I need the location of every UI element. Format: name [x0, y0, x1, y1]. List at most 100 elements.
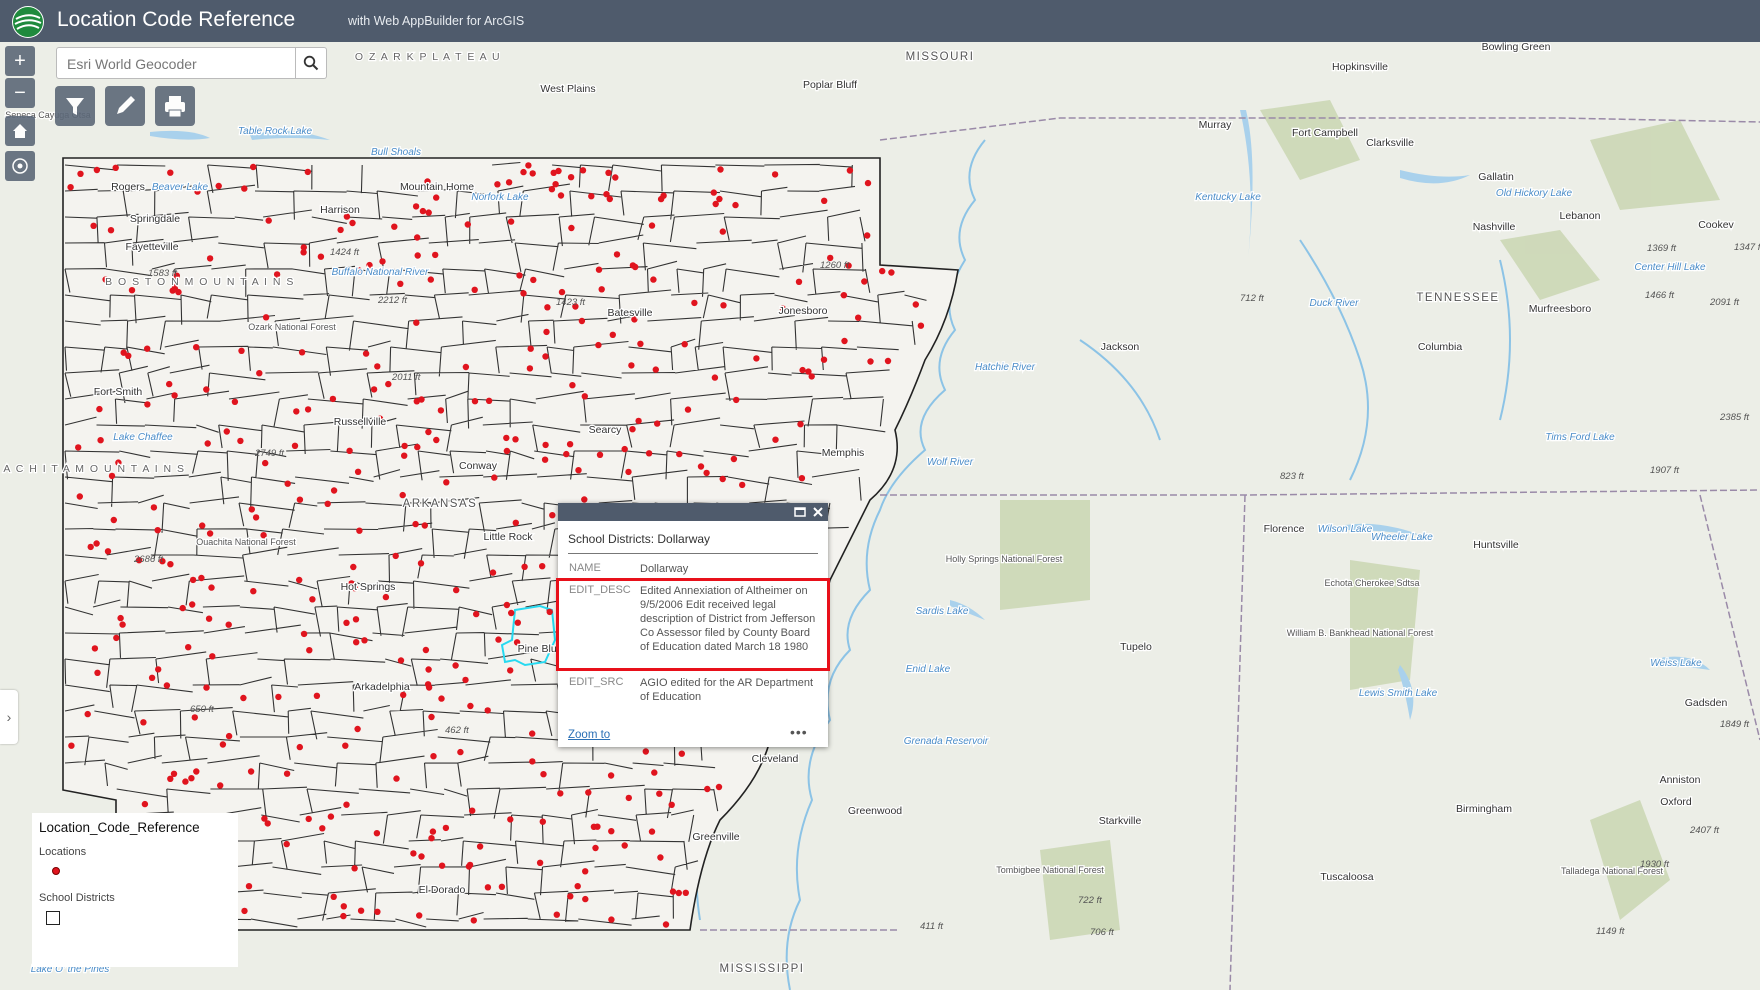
edit-desc-highlight [556, 578, 830, 671]
location-point [91, 645, 99, 652]
map-label: MISSOURI [906, 51, 975, 63]
elevation-label: 712 ft [1240, 293, 1264, 304]
elevation-label: 2385 ft [1719, 412, 1749, 423]
popup-title: School Districts: Dollarway [568, 532, 711, 546]
location-point [265, 217, 272, 224]
location-point [566, 441, 574, 448]
location-point [466, 861, 474, 869]
location-point [337, 226, 344, 234]
location-point [917, 322, 925, 329]
map-label: Wolf River [927, 457, 974, 468]
location-point [370, 386, 378, 393]
map-label: Bull Shoals [371, 147, 421, 158]
close-icon[interactable] [812, 506, 824, 518]
map-view[interactable]: O Z A R K P L A T E A U MISSOURI West Plai… [0, 42, 1760, 990]
location-point [484, 707, 491, 714]
location-point [516, 272, 523, 279]
location-point [414, 443, 421, 451]
location-point [536, 859, 544, 866]
app-header: Location Code Reference with Web AppBuil… [0, 0, 1760, 42]
map-label: Russellville [334, 416, 387, 428]
location-point [113, 634, 120, 642]
location-point [648, 828, 656, 835]
location-point [329, 395, 337, 403]
my-location-button[interactable] [5, 151, 35, 181]
map-label: Gallatin [1478, 171, 1514, 183]
home-icon [13, 124, 27, 138]
print-tool-button[interactable] [155, 86, 195, 126]
location-point [397, 657, 405, 664]
field-edit-src-key: EDIT_SRC [569, 676, 624, 688]
map-label: B O S T O N M O U N T A I N S [105, 276, 295, 288]
filter-tool-button[interactable] [55, 86, 95, 126]
map-label: Grenada Reservoir [904, 736, 989, 747]
location-point [596, 451, 604, 458]
elevation-label: 2011 ft [391, 372, 421, 383]
location-point [621, 842, 628, 849]
elevation-label: 650 ft [190, 704, 214, 715]
location-point [574, 883, 581, 890]
field-name-key: NAME [569, 562, 601, 574]
zoom-in-button[interactable]: + [5, 46, 35, 76]
location-point [76, 493, 84, 500]
zoom-to-link[interactable]: Zoom to [568, 729, 610, 741]
location-point [422, 646, 430, 654]
location-point [296, 743, 303, 751]
location-point [568, 224, 575, 232]
map-label: Columbia [1418, 341, 1463, 353]
location-point [529, 170, 536, 177]
location-point [603, 191, 610, 198]
location-point [112, 164, 119, 171]
location-point [469, 807, 476, 814]
draw-tool-button[interactable] [105, 86, 145, 126]
zoom-out-button[interactable]: − [5, 78, 35, 108]
map-label: Old Hickory Lake [1496, 188, 1573, 199]
map-label: Weiss Lake [1650, 658, 1702, 669]
more-options-icon[interactable]: ••• [790, 724, 808, 740]
location-point [730, 455, 738, 463]
location-point [512, 519, 519, 526]
location-point [719, 475, 726, 483]
elevation-label: 1930 ft [1640, 859, 1669, 870]
elevation-label: 1424 ft [330, 247, 359, 258]
location-point [429, 828, 437, 835]
location-point [542, 441, 549, 449]
side-panel-toggle[interactable]: › [0, 690, 18, 744]
location-point [205, 615, 213, 622]
location-point [417, 560, 425, 567]
elevation-label: 1907 ft [1650, 465, 1679, 476]
location-point [471, 398, 479, 405]
map-label: Starkville [1099, 815, 1142, 827]
location-point [662, 921, 670, 928]
location-point [795, 278, 803, 285]
maximize-icon[interactable] [794, 506, 806, 518]
pencil-icon [117, 96, 135, 114]
search-input[interactable] [57, 48, 299, 80]
location-point [629, 426, 636, 433]
map-label: MISSISSIPPI [720, 963, 805, 975]
location-point [846, 167, 854, 174]
location-point [238, 347, 245, 354]
location-point [219, 741, 227, 748]
location-point [204, 440, 211, 447]
location-point [401, 442, 408, 450]
location-point [657, 854, 664, 861]
location-point [557, 192, 565, 199]
location-point [682, 889, 689, 896]
map-label: Beaver Lake [152, 182, 209, 193]
map-label: Anniston [1660, 774, 1701, 786]
geocoder-search[interactable] [56, 47, 299, 80]
search-button[interactable] [296, 47, 327, 79]
location-point [379, 258, 386, 265]
home-button[interactable] [5, 116, 35, 146]
location-point [317, 253, 325, 260]
location-point [392, 552, 399, 560]
location-point [598, 286, 605, 293]
location-point [582, 895, 589, 903]
location-point [590, 823, 598, 830]
location-point [414, 252, 421, 259]
location-point [651, 769, 658, 776]
location-point [703, 469, 710, 477]
location-point [476, 843, 484, 850]
location-point [343, 619, 350, 626]
